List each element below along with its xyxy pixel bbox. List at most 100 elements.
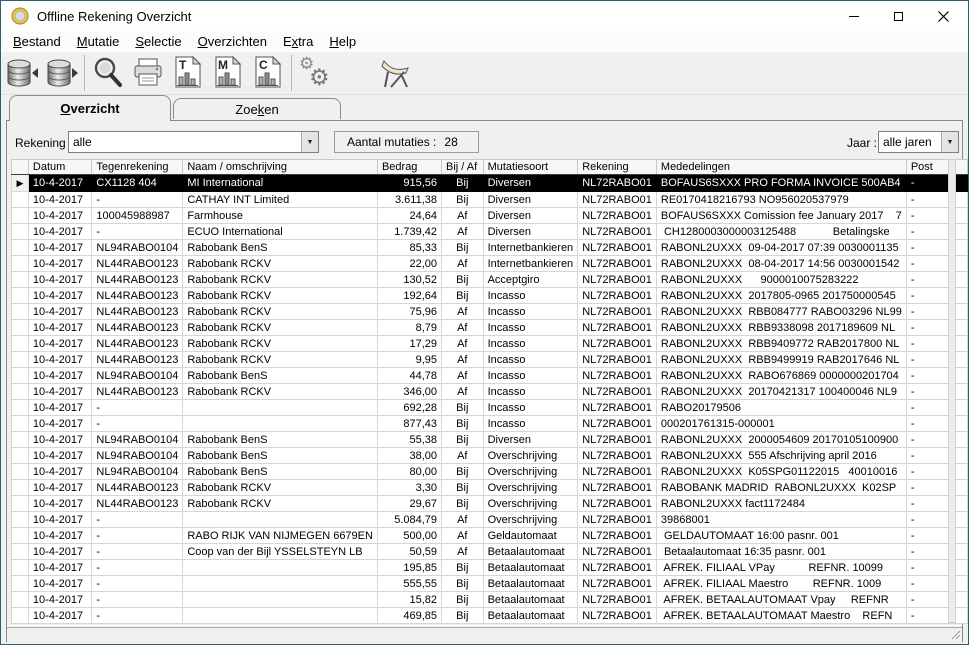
report-t-button[interactable]: T	[168, 53, 208, 93]
cell-post: -	[906, 240, 967, 256]
cell-datum: 10-4-2017	[28, 416, 91, 432]
toolbar-separator	[291, 55, 292, 91]
table-row[interactable]: 10-4-2017NL44RABO0123Rabobank RCKV346,00…	[12, 384, 968, 400]
resize-grip[interactable]	[949, 628, 961, 640]
row-marker-cell	[12, 448, 29, 464]
table-row[interactable]: 10-4-2017-469,85BijBetaalautomaatNL72RAB…	[12, 608, 968, 624]
table-row[interactable]: 10-4-2017NL44RABO0123Rabobank RCKV8,79Af…	[12, 320, 968, 336]
print-button[interactable]	[128, 53, 168, 93]
cell-bedrag: 9,95	[377, 352, 441, 368]
menu-item-mutatie[interactable]: Mutatie	[69, 32, 128, 51]
menu-item-bestand[interactable]: Bestand	[5, 32, 69, 51]
row-marker-cell	[12, 192, 29, 208]
table-row[interactable]: 10-4-2017NL44RABO0123Rabobank RCKV17,29A…	[12, 336, 968, 352]
cell-bij_af: Bij	[442, 288, 484, 304]
row-marker-cell	[12, 208, 29, 224]
cell-bedrag: 877,43	[377, 416, 441, 432]
menu-item-help[interactable]: Help	[321, 32, 364, 51]
table-row[interactable]: 10-4-2017-692,28BijIncassoNL72RABO01RABO…	[12, 400, 968, 416]
cell-naam: Rabobank BenS	[183, 448, 378, 464]
cell-post: -	[906, 175, 967, 192]
table-row[interactable]: 10-4-2017NL94RABO0104Rabobank BenS38,00A…	[12, 448, 968, 464]
cell-bij_af: Af	[442, 208, 484, 224]
table-row[interactable]: 10-4-2017-195,85BijBetaalautomaatNL72RAB…	[12, 560, 968, 576]
row-marker-cell	[12, 576, 29, 592]
cell-bedrag: 346,00	[377, 384, 441, 400]
dropdown-arrow-icon[interactable]: ▼	[941, 132, 958, 152]
table-row[interactable]: 10-4-2017-ECUO International1.739,42AfDi…	[12, 224, 968, 240]
cell-bij_af: Af	[442, 320, 484, 336]
table-row[interactable]: 10-4-2017NL44RABO0123Rabobank RCKV22,00A…	[12, 256, 968, 272]
cell-naam: CATHAY INT Limited	[183, 192, 378, 208]
column-header-marker	[12, 160, 29, 175]
table-row[interactable]: 10-4-2017-15,82BijBetaalautomaatNL72RABO…	[12, 592, 968, 608]
svg-text:M: M	[218, 58, 228, 72]
document-chart-t-icon: T	[172, 56, 204, 90]
table-row[interactable]: 10-4-2017-CATHAY INT Limited3.611,38BijD…	[12, 192, 968, 208]
minimize-button[interactable]	[831, 1, 876, 31]
cell-tegenrekening: -	[92, 528, 183, 544]
svg-text:C: C	[259, 58, 268, 72]
table-row[interactable]: 10-4-2017NL44RABO0123Rabobank RCKV3,30Bi…	[12, 480, 968, 496]
table-row[interactable]: 10-4-2017-RABO RIJK VAN NIJMEGEN 6679EN5…	[12, 528, 968, 544]
table-row[interactable]: 10-4-2017100045988987Farmhouse24,64AfDiv…	[12, 208, 968, 224]
title-bar[interactable]: Offline Rekening Overzicht	[1, 1, 968, 31]
cell-mededelingen: RABOBANK MADRID RABONL2UXXX K02SP	[656, 480, 906, 496]
database-previous-button[interactable]	[1, 53, 41, 93]
exit-button[interactable]	[375, 53, 415, 93]
mutations-grid: DatumTegenrekeningNaam / omschrijvingBed…	[11, 159, 968, 624]
cell-rekening: NL72RABO01	[578, 592, 657, 608]
cell-naam: Rabobank BenS	[183, 464, 378, 480]
jaar-combobox[interactable]: alle jaren ▼	[878, 131, 959, 153]
row-marker-cell	[12, 608, 29, 624]
menu-item-overzichten[interactable]: Overzichten	[190, 32, 275, 51]
window-title: Offline Rekening Overzicht	[37, 9, 191, 24]
settings-button[interactable]: ⚙ ⚙	[295, 53, 335, 93]
cell-mutatiesoort: Incasso	[483, 416, 578, 432]
table-row[interactable]: 10-4-2017NL94RABO0104Rabobank BenS80,00B…	[12, 464, 968, 480]
report-c-button[interactable]: C	[248, 53, 288, 93]
cell-datum: 10-4-2017	[28, 400, 91, 416]
database-next-button[interactable]	[41, 53, 81, 93]
table-row[interactable]: 10-4-2017NL44RABO0123Rabobank RCKV192,64…	[12, 288, 968, 304]
cell-post: -	[906, 608, 967, 624]
cell-mutatiesoort: Diversen	[483, 208, 578, 224]
cell-mededelingen: RABONL2UXXX RBB9499919 RAB2017646 NL	[656, 352, 906, 368]
table-row[interactable]: 10-4-2017NL94RABO0104Rabobank BenS85,33B…	[12, 240, 968, 256]
cell-datum: 10-4-2017	[28, 208, 91, 224]
rekening-combobox[interactable]: alle ▼	[68, 131, 319, 153]
tab-zoeken[interactable]: Zoeken	[173, 98, 341, 119]
euro-coin-icon	[11, 7, 29, 25]
table-row[interactable]: 10-4-2017NL44RABO0123Rabobank RCKV75,96A…	[12, 304, 968, 320]
table-row[interactable]: 10-4-2017-Coop van der Bijl YSSELSTEYN L…	[12, 544, 968, 560]
row-marker-cell	[12, 224, 29, 240]
cell-tegenrekening: -	[92, 192, 183, 208]
cell-tegenrekening: NL44RABO0123	[92, 384, 183, 400]
table-row[interactable]: 10-4-2017NL44RABO0123Rabobank RCKV9,95Af…	[12, 352, 968, 368]
tab-overzicht[interactable]: Overzicht	[9, 95, 171, 121]
table-row[interactable]: 10-4-2017-877,43BijIncassoNL72RABO010002…	[12, 416, 968, 432]
report-m-button[interactable]: M	[208, 53, 248, 93]
cell-post: -	[906, 368, 967, 384]
table-row[interactable]: 10-4-2017NL44RABO0123Rabobank RCKV29,67B…	[12, 496, 968, 512]
row-marker-cell	[12, 560, 29, 576]
table-row[interactable]: 10-4-2017-5.084,79AfOverschrijvingNL72RA…	[12, 512, 968, 528]
search-button[interactable]	[88, 53, 128, 93]
table-row[interactable]: 10-4-2017-555,55BijBetaalautomaatNL72RAB…	[12, 576, 968, 592]
vertical-scrollbar[interactable]	[948, 159, 956, 623]
table-row[interactable]: 10-4-2017NL44RABO0123Rabobank RCKV130,52…	[12, 272, 968, 288]
menu-item-selectie[interactable]: Selectie	[127, 32, 189, 51]
dropdown-arrow-icon[interactable]: ▼	[301, 132, 318, 152]
cell-datum: 10-4-2017	[28, 608, 91, 624]
table-row[interactable]: 10-4-2017NL94RABO0104Rabobank BenS44,78A…	[12, 368, 968, 384]
maximize-button[interactable]	[876, 1, 921, 31]
current-row-arrow-icon: ▶	[17, 178, 24, 188]
cell-naam: Rabobank BenS	[183, 240, 378, 256]
table-row[interactable]: 10-4-2017NL94RABO0104Rabobank BenS55,38B…	[12, 432, 968, 448]
table-row[interactable]: ▶10-4-2017CX1128 404MI International915,…	[12, 175, 968, 192]
close-button[interactable]	[921, 1, 966, 31]
cell-mededelingen: RE0170418216793 NO956020537979	[656, 192, 906, 208]
menu-item-extra[interactable]: Extra	[275, 32, 321, 51]
cell-tegenrekening: NL94RABO0104	[92, 240, 183, 256]
cell-tegenrekening: NL94RABO0104	[92, 464, 183, 480]
